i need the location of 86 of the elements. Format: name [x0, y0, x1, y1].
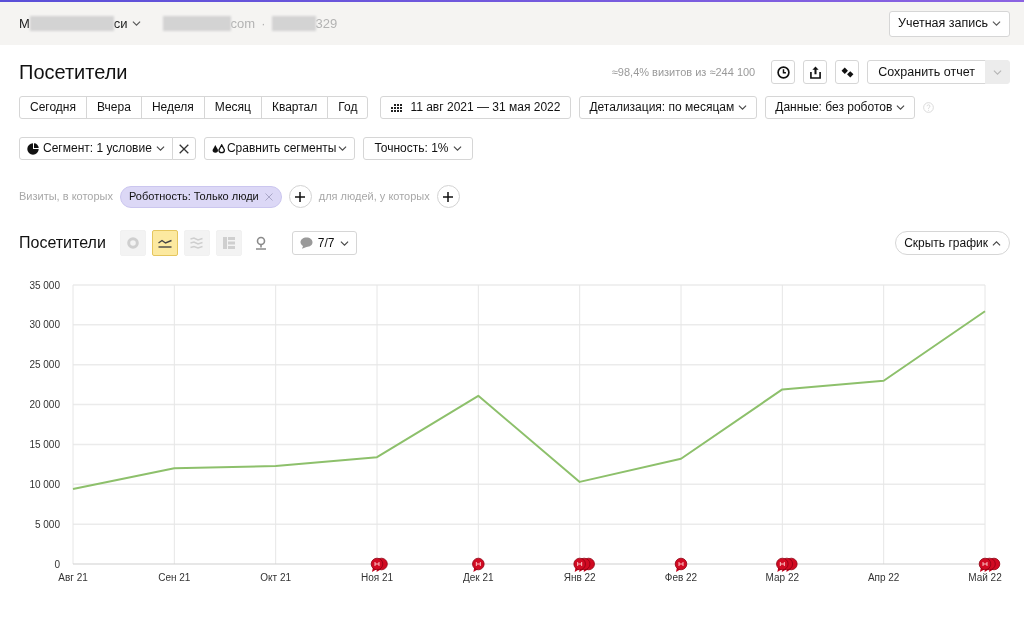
axis-label: Окт 21 [260, 572, 292, 583]
line-chart-icon [157, 238, 172, 248]
accuracy-button[interactable]: Точность: 1% [363, 137, 473, 160]
comment-marker-icon [776, 557, 798, 572]
axis-label: Апр 22 [867, 572, 900, 583]
axis-label: 5 000 [34, 518, 60, 530]
history-button[interactable] [771, 60, 796, 84]
axis-label: Ноя 21 [360, 572, 394, 583]
period-tab[interactable]: Неделя [140, 96, 205, 119]
axis-label: 25 000 [29, 359, 60, 371]
axis-label: 10 000 [29, 478, 60, 490]
period-tab[interactable]: Год [327, 96, 369, 119]
condition-label: для людей, у которых [318, 189, 430, 205]
calendar-icon [391, 103, 403, 112]
upload-icon [809, 65, 821, 79]
caret-icon [896, 105, 906, 110]
chart-type-button[interactable] [151, 230, 178, 256]
comment-marker-icon [472, 557, 485, 572]
ring-chart-icon [126, 237, 139, 249]
axis-label: 35 000 [29, 279, 60, 291]
hide-chart-button[interactable]: Скрыть график [895, 231, 1010, 255]
caret-icon [339, 240, 349, 246]
axis-label: 0 [54, 558, 60, 570]
period-tab[interactable]: Месяц [203, 96, 262, 119]
period-tab[interactable]: Сегодня [19, 96, 87, 119]
compare-segments-button[interactable]: Сравнить сегменты [203, 137, 356, 160]
close-icon [264, 192, 273, 201]
redacted-block [162, 16, 231, 31]
export-button[interactable] [803, 60, 828, 84]
plus-icon [443, 191, 454, 202]
drops-icon [211, 143, 225, 154]
caret-icon [993, 69, 1002, 75]
close-icon [178, 143, 189, 154]
period-tab[interactable]: Квартал [260, 96, 329, 119]
pie-icon [27, 142, 39, 155]
counter-id: 329 [315, 14, 338, 33]
caret-up-icon [992, 240, 1001, 246]
caret-icon [992, 21, 1001, 26]
account-switcher[interactable]: M си [19, 11, 141, 36]
axis-label: 30 000 [29, 319, 60, 331]
comment-marker-icon [978, 557, 1001, 572]
segment-button[interactable]: Сегмент: 1 условие [19, 137, 173, 160]
comment-marker-icon [370, 557, 388, 572]
axis-label: Авг 21 [58, 572, 88, 583]
caret-icon [738, 105, 748, 110]
comment-marker-icon [674, 557, 688, 572]
notes-filter-button[interactable]: 7/7 [291, 231, 357, 255]
page-title: Посетители [19, 62, 128, 82]
axis-label: Фев 22 [664, 572, 698, 583]
redacted-block [271, 16, 316, 31]
caret-icon [452, 146, 462, 151]
map-pin-icon [254, 236, 267, 250]
save-report-button[interactable]: Сохранить отчет [867, 60, 986, 84]
account-button[interactable]: Учетная запись [889, 10, 1010, 37]
axis-label: 20 000 [29, 399, 60, 411]
caret-icon [155, 146, 165, 151]
axis-label: Сен 21 [158, 572, 191, 583]
clear-segment-button[interactable] [171, 137, 196, 160]
add-condition-button[interactable] [436, 185, 460, 208]
caret-icon [338, 146, 348, 151]
dropdown-button[interactable]: Детализация: по месяцам [579, 96, 758, 119]
compare-button[interactable] [835, 60, 860, 84]
sampling-note: ≈98,4% визитов из ≈244 100 [611, 64, 756, 80]
axis-label: Янв 22 [563, 572, 596, 583]
filter-chip[interactable]: Роботность: Только люди [120, 185, 282, 208]
plus-icon [295, 191, 306, 202]
axis-label: 15 000 [29, 438, 60, 450]
axis-label: Мар 22 [765, 572, 800, 583]
section-title: Посетители [19, 233, 106, 253]
date-range-button[interactable]: 11 авг 2021 — 31 мая 2022 [380, 96, 572, 119]
caret-icon [131, 21, 141, 26]
speech-bubble-icon [299, 237, 313, 249]
dropdown-button[interactable]: Данные: без роботов [765, 96, 916, 119]
comment-marker-icon [573, 557, 595, 572]
diamonds-icon [840, 66, 854, 78]
axis-label: Дек 21 [463, 572, 494, 583]
period-tab[interactable]: Вчера [86, 96, 142, 119]
stacked-lines-icon [190, 237, 204, 249]
clock-icon [776, 65, 790, 79]
table-icon [222, 237, 235, 249]
add-condition-button[interactable] [288, 185, 312, 208]
axis-label: Май 22 [968, 572, 1002, 583]
help-icon [923, 102, 935, 113]
site-domain: com [230, 14, 256, 33]
separator-dot: · [261, 14, 266, 33]
condition-label: Визиты, в которых [19, 189, 113, 205]
